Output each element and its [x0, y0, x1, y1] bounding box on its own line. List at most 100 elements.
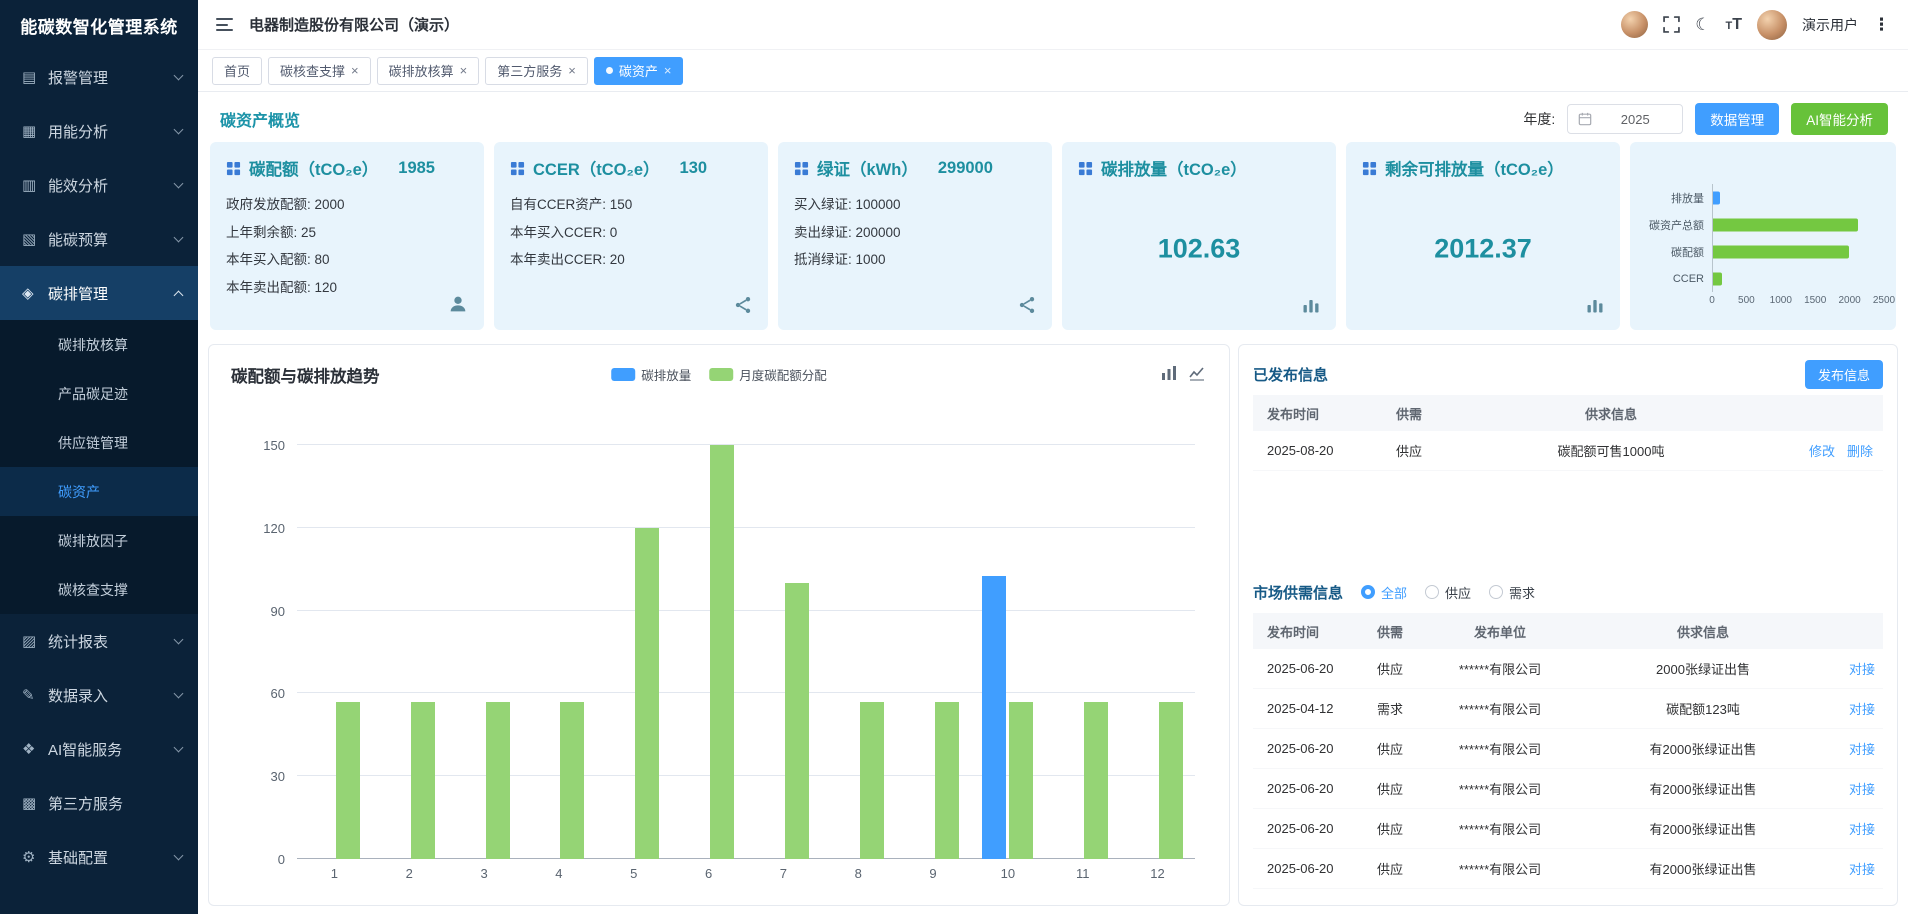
trend-bar-s1-m9[interactable]	[935, 702, 959, 859]
trend-x-tick: 8	[821, 866, 896, 881]
market-time: 2025-06-20	[1253, 861, 1359, 876]
sidebar-item-energy-analysis[interactable]: ▦用能分析	[0, 104, 198, 158]
ai-analysis-button[interactable]: AI智能分析	[1791, 103, 1888, 135]
dark-mode-icon[interactable]: ☾	[1695, 16, 1710, 33]
trend-bar-s1-m11[interactable]	[1084, 702, 1108, 859]
sidebar-item-supply-chain[interactable]: 供应链管理	[0, 418, 198, 467]
sidebar-item-third-party[interactable]: ▩第三方服务	[0, 776, 198, 830]
published-table-body: 2025-08-20供应碳配额可售1000吨修改删除	[1253, 431, 1883, 471]
close-icon[interactable]: ×	[664, 64, 672, 77]
sidebar-item-energy-carbon-budget[interactable]: ▧能碳预算	[0, 212, 198, 266]
sidebar-item-report[interactable]: ▨统计报表	[0, 614, 198, 668]
trend-x-tick: 12	[1120, 866, 1195, 881]
market-org: ******有限公司	[1421, 699, 1579, 718]
sidebar-item-product-footprint[interactable]: 产品碳足迹	[0, 369, 198, 418]
stat-card-title: 碳配额（tCO₂e）	[249, 156, 378, 180]
year-picker[interactable]	[1567, 104, 1683, 134]
filter-radio-all[interactable]: 全部	[1361, 583, 1407, 602]
trend-bar-s1-m1[interactable]	[336, 702, 360, 859]
ai-service-icon: ❖	[22, 740, 48, 758]
radio-icon	[1489, 585, 1503, 599]
close-icon[interactable]: ×	[460, 64, 468, 77]
page-title[interactable]: 碳资产概览	[220, 107, 300, 131]
trend-x-axis: 123456789101112	[297, 866, 1195, 881]
more-menu-icon[interactable]: ⋮	[1873, 15, 1890, 35]
filter-radio-supply[interactable]: 供应	[1425, 583, 1471, 602]
connect-link[interactable]: 对接	[1849, 822, 1875, 837]
market-time: 2025-06-20	[1253, 661, 1359, 676]
trend-bar-s1-m10[interactable]	[1009, 702, 1033, 859]
tab-third-party[interactable]: 第三方服务×	[485, 57, 588, 85]
stat-card-row: 本年买入配额: 80	[226, 248, 468, 268]
close-icon[interactable]: ×	[568, 64, 576, 77]
data-manage-button[interactable]: 数据管理	[1695, 103, 1779, 135]
market-row: 2025-06-20供应******有限公司有2000张绿证出售对接	[1253, 809, 1883, 849]
content: 碳资产概览 年度: 数据管理 AI智能分析 碳配额（tCO₂e）1985政府发放…	[198, 92, 1908, 914]
sidebar-item-base-config[interactable]: ⚙基础配置	[0, 830, 198, 884]
market-row: 2025-06-20供应******有限公司2000张绿证出售对接	[1253, 649, 1883, 689]
user-avatar[interactable]	[1757, 10, 1787, 40]
line-chart-toggle-icon[interactable]	[1189, 365, 1205, 381]
fullscreen-icon[interactable]	[1663, 16, 1680, 33]
sidebar-item-alarm[interactable]: ▤报警管理	[0, 50, 198, 104]
bar-chart-icon	[1301, 295, 1321, 320]
trend-bar-s1-m2[interactable]	[411, 702, 435, 859]
legend-item-0[interactable]: 碳排放量	[611, 365, 691, 384]
trend-bar-s1-m6[interactable]	[710, 445, 734, 859]
sidebar-item-carbon-asset[interactable]: 碳资产	[0, 467, 198, 516]
sidebar-item-efficiency-analysis[interactable]: ▥能效分析	[0, 158, 198, 212]
sidebar-item-carbon-management[interactable]: ◈碳排管理	[0, 266, 198, 320]
mini-chart-bar-2[interactable]	[1713, 245, 1849, 258]
sidebar-item-data-entry[interactable]: ✎数据录入	[0, 668, 198, 722]
mini-chart-bar-1[interactable]	[1713, 218, 1858, 231]
mini-chart-category-label: 排放量	[1642, 190, 1712, 206]
grid-icon	[794, 161, 809, 176]
bar-chart-toggle-icon[interactable]	[1161, 365, 1177, 381]
market-row: 2025-04-12需求******有限公司碳配额123吨对接	[1253, 689, 1883, 729]
edit-link[interactable]: 修改	[1809, 441, 1835, 460]
trend-bar-s0-m10[interactable]	[982, 576, 1006, 859]
mini-chart-bar-0[interactable]	[1713, 191, 1720, 204]
main-area: 电器制造股份有限公司（演示） ☾ TT 演示用户 ⋮ 首页碳核查支撑×碳排放核算…	[198, 0, 1908, 914]
trend-bar-s1-m12[interactable]	[1159, 702, 1183, 859]
sidebar-item-ai-service[interactable]: ❖AI智能服务	[0, 722, 198, 776]
mini-chart-x-tick: 0	[1709, 295, 1715, 306]
connect-link[interactable]: 对接	[1849, 702, 1875, 717]
connect-link[interactable]: 对接	[1849, 742, 1875, 757]
user-icon	[447, 293, 469, 320]
chart-legend: 碳排放量月度碳配额分配	[611, 365, 827, 384]
close-icon[interactable]: ×	[351, 64, 359, 77]
legend-item-1[interactable]: 月度碳配额分配	[709, 365, 827, 384]
font-size-icon[interactable]: TT	[1725, 16, 1742, 34]
tab-carbon-verification[interactable]: 碳核查支撑×	[268, 57, 371, 85]
avatar-small[interactable]	[1621, 11, 1648, 38]
published-time: 2025-08-20	[1253, 443, 1373, 458]
connect-link[interactable]: 对接	[1849, 862, 1875, 877]
stat-card-emission: 碳排放量（tCO₂e）102.63	[1062, 142, 1336, 330]
delete-link[interactable]: 删除	[1847, 441, 1873, 460]
year-input[interactable]	[1598, 112, 1672, 127]
market-actions: 对接	[1827, 699, 1883, 718]
tab-carbon-accounting[interactable]: 碳排放核算×	[377, 57, 480, 85]
trend-bar-s1-m4[interactable]	[560, 702, 584, 859]
trend-bar-s1-m7[interactable]	[785, 583, 809, 859]
trend-bar-s1-m3[interactable]	[486, 702, 510, 859]
filter-radio-demand[interactable]: 需求	[1489, 583, 1535, 602]
trend-bar-s1-m8[interactable]	[860, 702, 884, 859]
mini-chart-bar-3[interactable]	[1713, 272, 1722, 285]
sidebar-item-emission-factor[interactable]: 碳排放因子	[0, 516, 198, 565]
tab-carbon-asset[interactable]: 碳资产×	[594, 57, 684, 85]
tab-home[interactable]: 首页	[212, 57, 262, 85]
market-actions: 对接	[1827, 819, 1883, 838]
connect-link[interactable]: 对接	[1849, 782, 1875, 797]
trend-x-tick: 9	[896, 866, 971, 881]
menu-collapse-icon[interactable]	[216, 18, 233, 31]
connect-link[interactable]: 对接	[1849, 662, 1875, 677]
publish-button[interactable]: 发布信息	[1805, 360, 1883, 389]
trend-bar-s1-m5[interactable]	[635, 528, 659, 859]
stat-card-head: 碳配额（tCO₂e）1985	[226, 156, 468, 180]
sidebar-item-carbon-accounting[interactable]: 碳排放核算	[0, 320, 198, 369]
stat-card-row: 抵消绿证: 1000	[794, 248, 1036, 268]
radio-label: 供应	[1445, 583, 1471, 602]
sidebar-item-carbon-verification[interactable]: 碳核查支撑	[0, 565, 198, 614]
